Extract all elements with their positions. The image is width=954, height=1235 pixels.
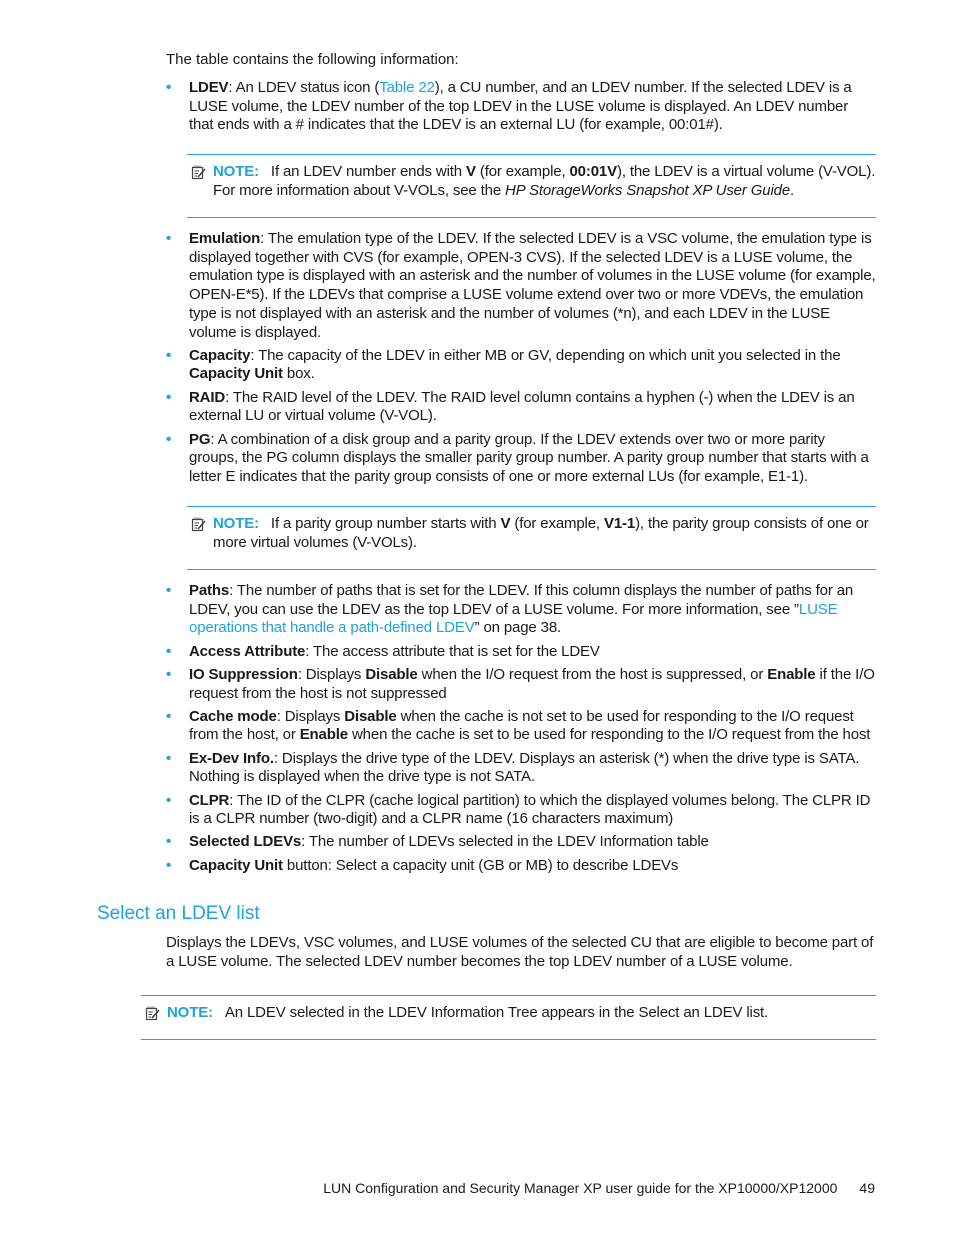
bullet-item-raid: • RAID: The RAID level of the LDEV. The R… bbox=[166, 389, 876, 426]
bullet-icon: • bbox=[166, 388, 172, 406]
bullet-icon: • bbox=[166, 791, 172, 809]
bullet-list-c: • Paths: The number of paths that is set … bbox=[166, 582, 876, 880]
bullet-term: Selected LDEVs bbox=[189, 833, 302, 851]
text-run: ” on page 38. bbox=[474, 619, 562, 637]
note-box-1: NOTE: If an LDEV number ends with V (for … bbox=[187, 154, 876, 218]
intro-text: The table contains the following informa… bbox=[166, 51, 459, 68]
text-run: If a parity group number starts with bbox=[270, 515, 501, 532]
bullet-term: IO Suppression bbox=[189, 665, 298, 683]
bold-text: Capacity Unit bbox=[189, 365, 283, 383]
bullet-list-a: • LDEV: An LDEV status icon (Table 22), a… bbox=[166, 79, 876, 140]
note-box-2: NOTE: If a parity group number starts wit… bbox=[187, 506, 876, 570]
text-run: : Displays bbox=[297, 665, 366, 683]
text-run: : The emulation type of the LDEV. If the… bbox=[189, 230, 876, 341]
text-run: (for example, bbox=[510, 515, 604, 532]
note-label: NOTE: bbox=[167, 1004, 213, 1021]
bullet-icon: • bbox=[166, 749, 172, 767]
text-run: : Displays bbox=[276, 707, 345, 725]
text-run: : The number of LDEVs selected in the LD… bbox=[301, 833, 709, 851]
bullet-item-ldev: • LDEV: An LDEV status icon (Table 22), a… bbox=[166, 79, 876, 135]
note-icon bbox=[191, 165, 206, 180]
page-footer: LUN Configuration and Security Manager X… bbox=[323, 1180, 875, 1196]
bullet-icon: • bbox=[166, 230, 172, 247]
page-number: 49 bbox=[859, 1180, 875, 1196]
bullet-icon: • bbox=[166, 707, 172, 725]
bullet-icon: • bbox=[166, 642, 172, 660]
bullet-item-selected-ldevs: • Selected LDEVs: The number of LDEVs sel… bbox=[166, 833, 876, 852]
bullet-item-ex-dev-info: • Ex-Dev Info.: Displays the drive type o… bbox=[166, 750, 876, 787]
bullet-item-capacity: • Capacity: The capacity of the LDEV in e… bbox=[166, 347, 876, 384]
text-run: An LDEV selected in the LDEV Information… bbox=[224, 1004, 769, 1021]
bullet-icon: • bbox=[166, 856, 172, 874]
bold-text: V bbox=[466, 163, 476, 180]
bullet-term: Access Attribute bbox=[189, 642, 306, 660]
bullet-icon: • bbox=[166, 79, 172, 96]
note-box-3: NOTE: An LDEV selected in the LDEV Inform… bbox=[141, 995, 876, 1040]
section-body-text: Displays the LDEVs, VSC volumes, and LUS… bbox=[166, 934, 874, 970]
text-run: : The ID of the CLPR (cache logical part… bbox=[189, 791, 871, 828]
section-heading: Select an LDEV list bbox=[97, 903, 260, 924]
text-run: : The RAID level of the LDEV. The RAID l… bbox=[189, 388, 855, 425]
text-run: box. bbox=[282, 365, 315, 383]
bullet-icon: • bbox=[166, 346, 172, 364]
bold-text: Enable bbox=[767, 665, 816, 683]
bold-text: V bbox=[500, 515, 511, 532]
bold-text: V1-1 bbox=[603, 515, 636, 532]
note-label: NOTE: bbox=[213, 163, 259, 180]
bullet-icon: • bbox=[166, 833, 172, 851]
bold-text: Disable bbox=[344, 707, 397, 725]
note-label: NOTE: bbox=[213, 515, 259, 532]
text-run: : The number of paths that is set for th… bbox=[189, 582, 854, 618]
text-run: If an LDEV number ends with bbox=[270, 163, 466, 180]
text-run: : Displays the drive type of the LDEV. D… bbox=[189, 749, 860, 786]
bold-text: Disable bbox=[365, 665, 418, 683]
note-icon bbox=[191, 517, 206, 532]
bold-text: Enable bbox=[299, 726, 348, 744]
note-icon bbox=[145, 1006, 160, 1021]
bullet-item-access-attribute: • Access Attribute: The access attribute … bbox=[166, 643, 876, 662]
bullet-term: LDEV bbox=[189, 79, 229, 96]
bullet-term: Emulation bbox=[189, 230, 261, 247]
bullet-term: Cache mode bbox=[189, 707, 277, 725]
cross-reference-link[interactable]: Table 22 bbox=[379, 79, 435, 96]
document-page: The table contains the following informa… bbox=[0, 0, 954, 1235]
bullet-item-io-suppression: • IO Suppression: Displays Disable when t… bbox=[166, 666, 876, 703]
text-run: : The access attribute that is set for t… bbox=[305, 642, 600, 660]
bullet-item-emulation: • Emulation: The emulation type of the LD… bbox=[166, 230, 876, 342]
bullet-term: RAID bbox=[189, 388, 226, 406]
italic-text: HP StorageWorks Snapshot XP User Guide bbox=[505, 181, 791, 199]
bullet-icon: • bbox=[166, 665, 172, 683]
bullet-item-capacity-unit: • Capacity Unit button: Select a capacity… bbox=[166, 857, 876, 876]
text-run: when the I/O request from the host is su… bbox=[417, 665, 768, 683]
bullet-term: Ex-Dev Info. bbox=[189, 749, 274, 767]
text-run: : An LDEV status icon ( bbox=[228, 79, 380, 96]
footer-title: LUN Configuration and Security Manager X… bbox=[323, 1180, 838, 1196]
bullet-term: Capacity Unit bbox=[189, 856, 283, 874]
bullet-icon: • bbox=[166, 430, 172, 448]
text-run: when the cache is set to be used for res… bbox=[347, 726, 871, 744]
bullet-item-clpr: • CLPR: The ID of the CLPR (cache logical… bbox=[166, 792, 876, 829]
bullet-term: CLPR bbox=[189, 791, 230, 809]
text-run: . bbox=[790, 181, 795, 199]
text-run: (for example, bbox=[475, 163, 570, 180]
bold-text: 00:01V bbox=[569, 163, 617, 180]
text-run: : The capacity of the LDEV in either MB … bbox=[250, 346, 841, 364]
bullet-term: PG bbox=[189, 430, 211, 448]
bullet-icon: • bbox=[166, 582, 172, 599]
text-run: button: Select a capacity unit (GB or MB… bbox=[282, 856, 679, 874]
bullet-list-b: • Emulation: The emulation type of the LD… bbox=[166, 230, 876, 491]
bullet-term: Paths bbox=[189, 582, 230, 599]
bullet-item-paths: • Paths: The number of paths that is set … bbox=[166, 582, 876, 638]
text-run: : A combination of a disk group and a pa… bbox=[189, 430, 869, 485]
bullet-item-cache-mode: • Cache mode: Displays Disable when the c… bbox=[166, 708, 876, 745]
bullet-term: Capacity bbox=[189, 346, 251, 364]
bullet-item-pg: • PG: A combination of a disk group and a… bbox=[166, 431, 876, 487]
